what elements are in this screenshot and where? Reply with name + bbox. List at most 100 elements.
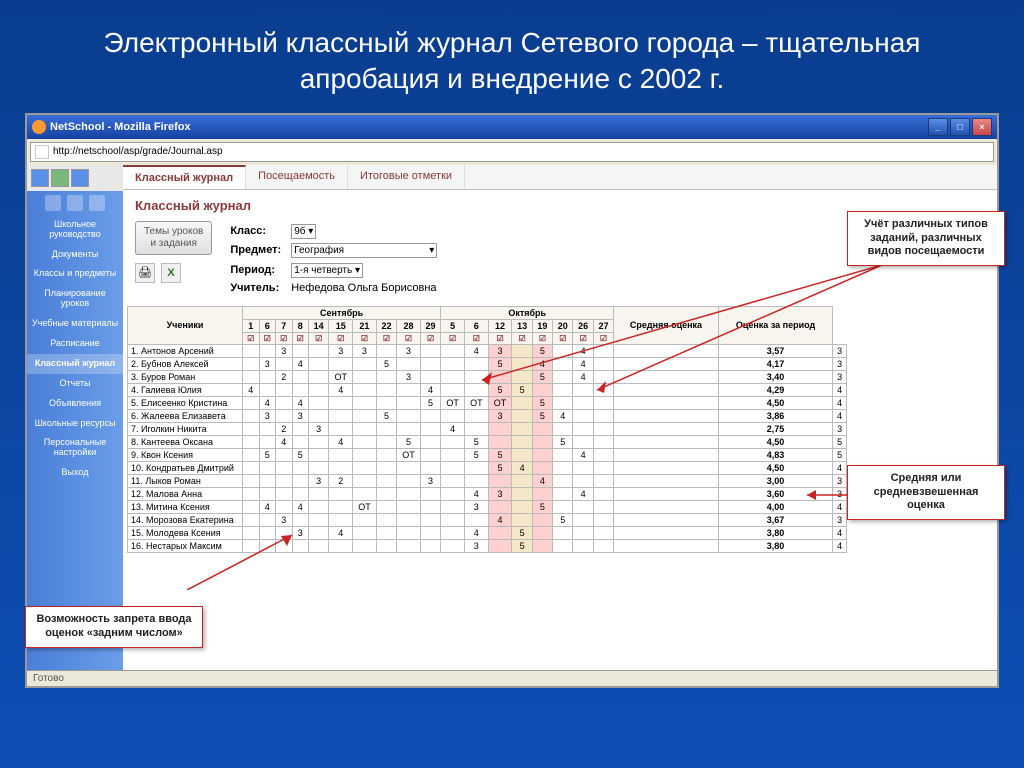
- grade-cell[interactable]: [441, 513, 465, 526]
- sidebar-item[interactable]: Расписание: [27, 334, 123, 354]
- grade-cell[interactable]: [376, 435, 396, 448]
- grade-cell[interactable]: [614, 487, 719, 500]
- grade-cell[interactable]: [573, 409, 593, 422]
- grade-cell[interactable]: 5: [397, 435, 421, 448]
- grade-cell[interactable]: [329, 487, 353, 500]
- grade-cell[interactable]: 5: [532, 500, 552, 513]
- grade-cell[interactable]: [309, 513, 329, 526]
- grade-cell[interactable]: 4: [573, 487, 593, 500]
- grade-cell[interactable]: [259, 539, 276, 552]
- grade-cell[interactable]: 4: [329, 526, 353, 539]
- grade-cell[interactable]: [420, 370, 440, 383]
- grade-cell[interactable]: [276, 500, 293, 513]
- grade-cell[interactable]: [243, 357, 260, 370]
- grade-cell[interactable]: [259, 383, 276, 396]
- grade-cell[interactable]: [353, 409, 377, 422]
- grade-cell[interactable]: [243, 422, 260, 435]
- grade-cell[interactable]: [512, 474, 532, 487]
- grade-cell[interactable]: 5: [512, 383, 532, 396]
- grade-cell[interactable]: [309, 383, 329, 396]
- grade-cell[interactable]: 3: [259, 409, 276, 422]
- sidebar-item[interactable]: Учебные материалы: [27, 314, 123, 334]
- grade-cell[interactable]: [353, 422, 377, 435]
- table-row[interactable]: 15. Молодева Ксения34453,804: [128, 526, 847, 539]
- grade-cell[interactable]: [292, 435, 309, 448]
- grade-cell[interactable]: [573, 383, 593, 396]
- print-icon[interactable]: 🖨: [135, 263, 155, 283]
- grade-cell[interactable]: [259, 474, 276, 487]
- day-header[interactable]: 20: [553, 319, 573, 332]
- grade-cell[interactable]: ОТ: [464, 396, 488, 409]
- day-header[interactable]: 19: [532, 319, 552, 332]
- grade-cell[interactable]: [353, 435, 377, 448]
- grade-cell[interactable]: 3: [488, 344, 512, 357]
- grade-cell[interactable]: [397, 461, 421, 474]
- grade-cell[interactable]: [376, 448, 396, 461]
- grade-cell[interactable]: [292, 461, 309, 474]
- grade-cell[interactable]: 5: [292, 448, 309, 461]
- grade-cell[interactable]: [353, 539, 377, 552]
- grade-cell[interactable]: 4: [441, 422, 465, 435]
- grade-cell[interactable]: [593, 461, 613, 474]
- grade-cell[interactable]: 3: [276, 344, 293, 357]
- grade-cell[interactable]: [573, 526, 593, 539]
- subject-select[interactable]: География ▾: [291, 243, 437, 258]
- grade-cell[interactable]: [243, 500, 260, 513]
- grade-cell[interactable]: 3: [464, 539, 488, 552]
- sidebar-item[interactable]: Школьное руководство: [27, 215, 123, 245]
- table-row[interactable]: 14. Морозова Екатерина3453,673: [128, 513, 847, 526]
- grade-cell[interactable]: [573, 435, 593, 448]
- grade-cell[interactable]: [441, 526, 465, 539]
- grade-cell[interactable]: [532, 487, 552, 500]
- grade-cell[interactable]: [532, 461, 552, 474]
- grade-cell[interactable]: [376, 422, 396, 435]
- day-checkbox[interactable]: ☑: [243, 332, 260, 344]
- grade-cell[interactable]: [593, 370, 613, 383]
- table-row[interactable]: 6. Жалеева Елизавета3353543,864: [128, 409, 847, 422]
- grade-cell[interactable]: 5: [532, 370, 552, 383]
- grade-cell[interactable]: 4: [292, 396, 309, 409]
- grade-cell[interactable]: 4: [292, 357, 309, 370]
- day-header[interactable]: 22: [376, 319, 396, 332]
- grade-cell[interactable]: [309, 526, 329, 539]
- grade-cell[interactable]: 5: [488, 383, 512, 396]
- grade-cell[interactable]: [614, 422, 719, 435]
- table-row[interactable]: 1. Антонов Арсений333343543,573: [128, 344, 847, 357]
- grade-cell[interactable]: [488, 422, 512, 435]
- grade-cell[interactable]: [464, 357, 488, 370]
- grade-cell[interactable]: [420, 448, 440, 461]
- day-checkbox[interactable]: ☑: [259, 332, 276, 344]
- day-header[interactable]: 12: [488, 319, 512, 332]
- day-header[interactable]: 8: [292, 319, 309, 332]
- table-row[interactable]: 3. Буров Роман2ОТ3543,403: [128, 370, 847, 383]
- grade-cell[interactable]: [376, 487, 396, 500]
- grade-cell[interactable]: [512, 357, 532, 370]
- excel-icon[interactable]: X: [161, 263, 181, 283]
- grade-cell[interactable]: [420, 539, 440, 552]
- tab-journal[interactable]: Классный журнал: [123, 165, 246, 189]
- grade-cell[interactable]: [593, 422, 613, 435]
- grade-cell[interactable]: [573, 539, 593, 552]
- grade-cell[interactable]: [512, 409, 532, 422]
- grade-cell[interactable]: [464, 409, 488, 422]
- grade-cell[interactable]: 4: [464, 526, 488, 539]
- grade-cell[interactable]: [614, 461, 719, 474]
- grade-cell[interactable]: 5: [532, 409, 552, 422]
- grade-cell[interactable]: [573, 474, 593, 487]
- grade-cell[interactable]: [420, 461, 440, 474]
- maximize-button[interactable]: □: [950, 118, 970, 136]
- grade-cell[interactable]: [309, 487, 329, 500]
- grade-cell[interactable]: [512, 513, 532, 526]
- grade-cell[interactable]: [464, 474, 488, 487]
- grade-cell[interactable]: [259, 422, 276, 435]
- grade-cell[interactable]: 5: [488, 448, 512, 461]
- grade-cell[interactable]: 3: [259, 357, 276, 370]
- grade-cell[interactable]: [329, 500, 353, 513]
- grade-cell[interactable]: 5: [488, 357, 512, 370]
- grade-cell[interactable]: [420, 513, 440, 526]
- minimize-button[interactable]: _: [928, 118, 948, 136]
- grade-cell[interactable]: [276, 487, 293, 500]
- grade-cell[interactable]: 4: [329, 383, 353, 396]
- grade-cell[interactable]: [329, 357, 353, 370]
- sidebar-item[interactable]: Объявления: [27, 394, 123, 414]
